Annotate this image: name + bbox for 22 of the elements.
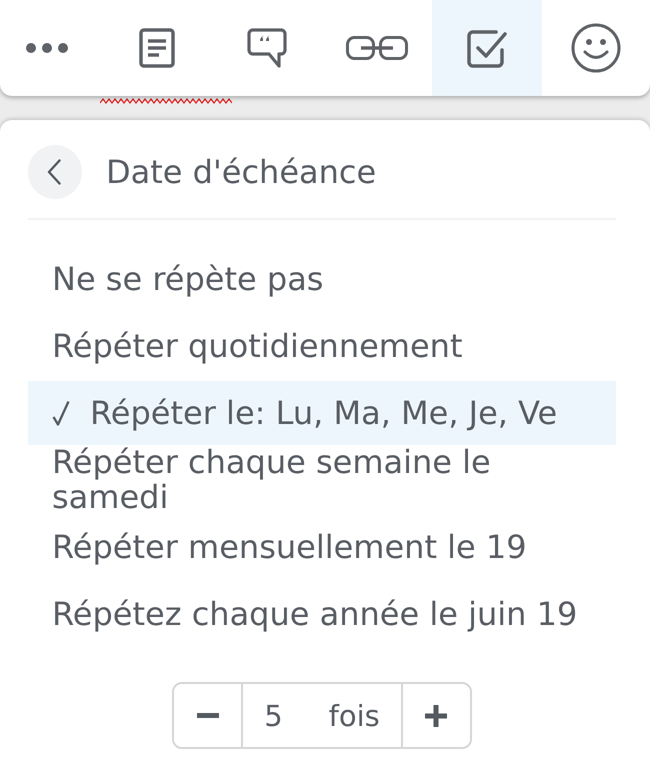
minus-icon: [196, 713, 219, 718]
unit-label: fois: [328, 698, 380, 732]
repeat-count-field[interactable]: 5 fois: [243, 684, 401, 747]
chevron-left-icon: [47, 159, 61, 185]
repeat-option[interactable]: Répéter mensuellement le 19: [28, 515, 616, 579]
repeat-option[interactable]: Répéter le: Lu, Ma, Me, Je, Ve: [28, 381, 616, 445]
plus-icon: [425, 704, 448, 726]
document-icon: [139, 28, 175, 68]
repeat-option[interactable]: Répéter quotidiennement: [28, 314, 616, 378]
repeat-option[interactable]: Ne se répète pas: [28, 247, 616, 311]
link-icon: [346, 36, 408, 60]
checkmark-icon: [52, 400, 70, 426]
quote-bubble-icon: [247, 28, 287, 68]
increment-button[interactable]: [400, 684, 470, 747]
repeat-option[interactable]: Répéter chaque semaine le samedi: [28, 448, 616, 512]
decrement-button[interactable]: [174, 684, 244, 747]
panel-title: Date d'échéance: [106, 152, 376, 192]
toolbar-button[interactable]: [432, 0, 542, 96]
smiley-icon: [571, 23, 621, 73]
checkbox-icon: [466, 28, 508, 68]
repeat-option[interactable]: Répétez chaque année le juin 19: [28, 582, 616, 646]
more-icon: [26, 43, 68, 53]
